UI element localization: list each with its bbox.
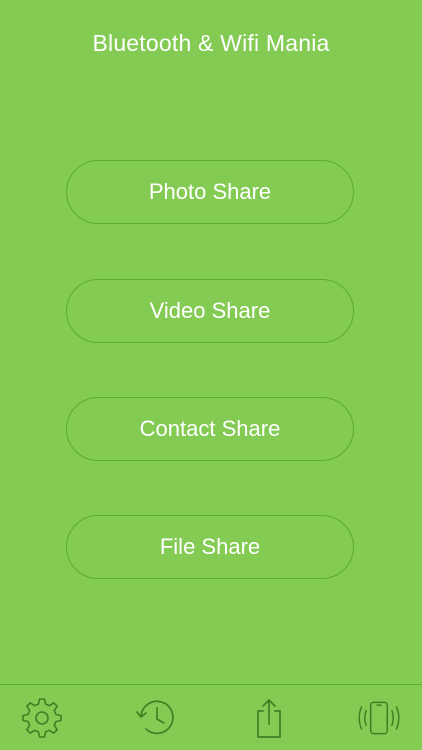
photo-share-button[interactable]: Photo Share [66,160,354,224]
photo-share-label: Photo Share [148,179,272,204]
gear-icon[interactable] [19,695,65,741]
page-title: Bluetooth & Wifi Mania [92,30,330,56]
video-share-label: Video Share [149,298,271,323]
contact-share-label: Contact Share [139,416,281,441]
file-share-button[interactable]: File Share [66,515,354,579]
file-share-label: File Share [159,534,261,559]
contact-share-button[interactable]: Contact Share [66,397,354,461]
app-screen: Bluetooth & Wifi Mania Photo Share Video… [0,0,422,750]
video-share-button[interactable]: Video Share [66,279,354,343]
history-icon[interactable] [133,695,179,741]
share-icon[interactable] [246,695,292,741]
bottom-tab-bar [0,684,422,750]
vibrate-phone-icon[interactable] [356,695,402,741]
